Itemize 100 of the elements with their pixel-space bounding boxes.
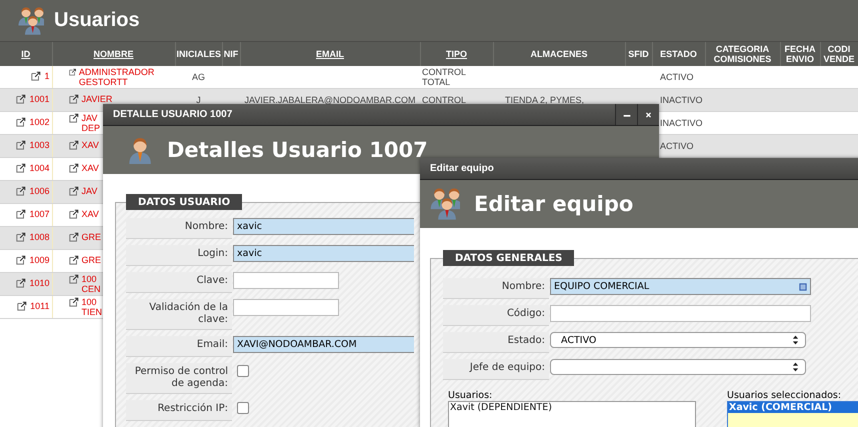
field-label: Nombre: [443,278,549,299]
column-header[interactable]: TIPO [446,49,467,59]
table-link[interactable]: JAVIER [82,94,112,104]
table-link[interactable]: 1004 [29,163,50,173]
window-heading: Detalles Usuario 1007 [167,138,428,162]
external-link-icon [16,209,26,219]
table-link[interactable]: 1001 [29,94,50,104]
list-item[interactable]: Xavit (DEPENDIENTE) [449,402,695,413]
table-link[interactable]: 1006 [29,186,50,196]
field-icon [799,282,807,290]
section-title: DATOS GENERALES [443,250,574,266]
table-link[interactable]: XAV [82,140,99,150]
column-header: SFID [628,49,649,59]
field-label: Código: [443,305,549,326]
group-icon [430,188,460,220]
section-title: DATOS USUARIO [126,194,242,210]
column-header[interactable]: ID [21,49,30,59]
field-label: Restricción IP: [126,400,232,421]
window-title: Editar equipo [429,163,495,174]
window-title: DETALLE USUARIO 1007 [112,109,234,120]
table-link[interactable]: 1 [44,71,50,81]
table-link[interactable]: GRE [82,232,102,242]
column-header: NIF [224,49,238,59]
list-item[interactable]: Xavic (COMERCIAL) [728,402,858,413]
external-link-icon [68,163,78,173]
close-icon [644,110,653,118]
checkbox[interactable] [237,365,249,377]
input-field[interactable]: xavic [233,218,414,235]
dropdown-arrows-icon [792,362,799,372]
external-link-icon [16,255,26,265]
table-link[interactable]: 1010 [29,278,50,288]
table-cell: AG [192,72,205,82]
column-header: ESTADO [660,49,697,59]
external-link-icon [16,278,26,288]
table-link[interactable]: 1007 [29,209,50,219]
external-link-icon [68,255,78,265]
input-field[interactable]: EQUIPO COMERCIAL [550,278,811,295]
users-icon [18,6,44,34]
external-link-icon [68,209,78,219]
field-label: Estado: [443,332,549,353]
column-header[interactable]: EMAIL [316,49,344,59]
table-link[interactable]: 1011 [30,301,50,311]
table-cell: JAVIER.JABALERA@NODOAMBAR.COM [244,95,416,105]
table-link[interactable]: 1009 [29,255,50,265]
column-header: CATEGORIA COMISIONES [714,44,772,64]
field-label: Permiso de control de agenda: [126,363,232,394]
external-link-icon [68,94,78,104]
input-field[interactable] [233,299,339,316]
column-header: CODI VENDE [823,44,854,64]
field-label: Nombre: [126,218,232,239]
window-heading: Editar equipo [474,192,634,216]
table-link[interactable]: 100 TIEN [82,297,102,317]
select-field[interactable] [550,359,806,375]
field-label: Email: [126,336,232,357]
page-title: Usuarios [54,9,140,32]
table-link[interactable]: ADMINISTRADOR GESTORTT [78,67,173,87]
table-cell: ACTIVO [660,72,694,82]
minimize-button[interactable] [615,104,637,125]
dropdown-arrows-icon [792,335,799,345]
table-cell: INACTIVO [660,95,703,105]
table-link[interactable]: JAV [82,186,98,196]
table-cell: ACTIVO [660,141,694,151]
external-link-icon [16,186,26,196]
table-cell: J [196,95,201,105]
list-box[interactable]: Xavic (COMERCIAL) [727,401,858,427]
external-link-icon [31,71,42,81]
select-field[interactable]: ACTIVO [550,332,806,348]
close-button[interactable] [637,104,659,125]
external-link-icon [68,186,78,196]
input-field[interactable]: xavic [233,245,414,262]
table-link[interactable]: 1008 [29,232,50,242]
column-header: FECHA ENVIO [784,44,816,64]
table-link[interactable]: XAV [82,163,99,173]
column-header: INICIALES [176,49,222,59]
table-link[interactable]: 100 CEN [82,274,101,294]
external-link-icon [16,163,26,173]
field-label: Jefe de equipo: [443,359,549,380]
external-link-icon [68,67,76,77]
table-link[interactable]: 1002 [29,117,50,127]
external-link-icon [16,117,26,127]
column-header[interactable]: NOMBRE [94,49,134,59]
list-label: Usuarios seleccionados: [727,390,842,401]
external-link-icon [16,94,26,104]
input-field[interactable] [233,272,339,289]
external-link-icon [68,140,78,150]
field-label: Validación de la clave: [126,299,232,330]
table-link[interactable]: GRE [82,255,102,265]
table-link[interactable]: JAV DEP [82,113,100,133]
external-link-icon [16,232,26,242]
field-label: Login: [126,245,232,266]
column-header: ALMACENES [530,49,588,59]
table-link[interactable]: XAV [82,209,99,219]
list-box[interactable]: Xavit (DEPENDIENTE) [448,401,696,427]
checkbox[interactable] [237,402,249,414]
external-link-icon [68,232,78,242]
input-field[interactable]: XAVI@NODOAMBAR.COM [233,336,414,353]
table-cell: CONTROL [422,95,466,105]
list-label: Usuarios: [448,390,494,401]
table-link[interactable]: 1003 [29,140,50,150]
input-field[interactable] [550,305,811,322]
